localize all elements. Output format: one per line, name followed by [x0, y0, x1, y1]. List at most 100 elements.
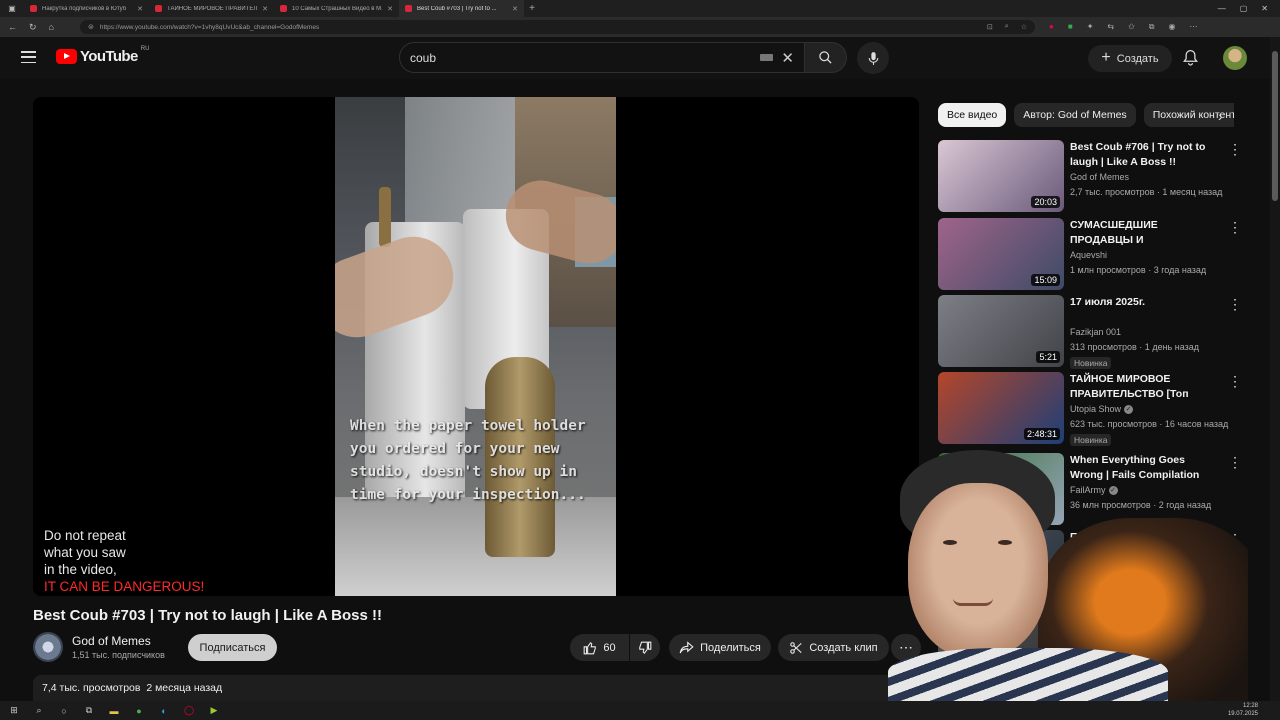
video-thumbnail[interactable]: 15:09	[938, 218, 1064, 290]
search-icon[interactable]: ⌕	[33, 705, 45, 717]
plus-icon: +	[1101, 48, 1111, 66]
opera-icon[interactable]: ◯	[183, 705, 195, 717]
recommendation-meta: 623 тыс. просмотров · 16 часов назад	[1070, 419, 1229, 429]
channel-name[interactable]: God of Memes	[72, 634, 151, 648]
install-icon[interactable]: ⊡	[987, 23, 993, 31]
duration-badge: 5:21	[1036, 351, 1060, 363]
youtube-favicon-icon	[280, 5, 287, 12]
tab-label: 10 Самых Страшных Видео в М...	[292, 5, 383, 12]
dislike-button[interactable]	[630, 634, 660, 661]
file-explorer-icon[interactable]: ▬	[108, 705, 120, 717]
thumbs-down-icon	[639, 641, 652, 654]
create-button[interactable]: + Создать	[1088, 45, 1172, 72]
menu-icon[interactable]	[21, 51, 36, 63]
browser-tab[interactable]: Best Coub #703 | Try not to ... ✕	[399, 0, 524, 17]
extension-icon[interactable]: ■	[1068, 22, 1073, 32]
edge-icon[interactable]: ◐	[158, 705, 170, 717]
browser-tab[interactable]: Накрутка подписчиков в Ютуб ✕	[24, 0, 149, 17]
voice-search-button[interactable]	[857, 42, 889, 74]
close-tab-icon[interactable]: ✕	[387, 5, 393, 13]
maximize-icon[interactable]: ▢	[1240, 4, 1248, 13]
channel-avatar[interactable]	[33, 632, 63, 662]
channel-name: God of Memes	[1070, 172, 1130, 182]
recommendation-item[interactable]: 5:21 17 июля 2025г. Fazikjan 001 313 просмо…	[938, 295, 1242, 369]
more-vertical-icon[interactable]: ⋮	[1228, 297, 1242, 311]
recommendation-title[interactable]: ТАЙНОЕ МИРОВОЕ ПРАВИТЕЛЬСТВО [Топ Сикрет…	[1070, 372, 1218, 402]
recommendation-channel[interactable]: Aquevshi	[1070, 250, 1107, 260]
close-tab-icon[interactable]: ✕	[512, 5, 518, 13]
video-caption: When the paper towel holder you ordered …	[350, 418, 586, 503]
like-button[interactable]: 60	[570, 634, 629, 661]
close-tab-icon[interactable]: ✕	[137, 5, 143, 13]
notifications-button[interactable]	[1183, 49, 1198, 71]
zoom-icon[interactable]: ⌕	[1005, 23, 1009, 31]
app-icon[interactable]: ▶	[208, 705, 220, 717]
reload-icon[interactable]: ↻	[29, 22, 37, 33]
filter-chip[interactable]: Автор: God of Memes	[1014, 103, 1136, 127]
duration-badge: 2:48:31	[1023, 428, 1060, 440]
recommendation-title[interactable]: 17 июля 2025г.	[1070, 295, 1218, 310]
chevron-right-icon[interactable]: ›	[1218, 108, 1223, 124]
favorites-icon[interactable]: ✩	[1128, 22, 1135, 32]
clock-time: 12:28	[1242, 703, 1258, 709]
url-field[interactable]: ⊜ https://www.youtube.com/watch?v=1vhy8q…	[80, 20, 1035, 34]
bookmark-star-icon[interactable]: ☆	[1021, 23, 1027, 31]
share-button[interactable]: Поделиться	[669, 634, 771, 661]
system-clock[interactable]: 12:28 19.07.2025	[1228, 702, 1258, 718]
subscriber-count: 1,51 тыс. подписчиков	[72, 650, 165, 660]
more-vertical-icon[interactable]: ⋮	[1228, 220, 1242, 234]
video-thumbnail[interactable]: 2:48:31	[938, 372, 1064, 444]
microphone-icon	[868, 51, 878, 65]
description-box[interactable]: 7,4 тыс. просмотров 2 месяца назад	[33, 675, 919, 701]
recommendation-item[interactable]: 2:48:31 ТАЙНОЕ МИРОВОЕ ПРАВИТЕЛЬСТВО [Топ…	[938, 372, 1242, 446]
search-input[interactable]: coub ✕	[399, 42, 805, 73]
scrollbar-thumb[interactable]	[1272, 51, 1278, 201]
chrome-icon[interactable]: ●	[133, 705, 145, 717]
new-tab-button[interactable]: +	[524, 3, 540, 14]
browser-tab[interactable]: 10 Самых Страшных Видео в М... ✕	[274, 0, 399, 17]
recommendation-title[interactable]: СУМАСШЕДШИЕ ПРОДАВЦЫ И ПОКУПАТЕЛИ ПОДБОР…	[1070, 218, 1218, 248]
recommendation-item[interactable]: 20:03 Best Coub #706 | Try not to laugh |…	[938, 140, 1242, 212]
extension-icon[interactable]: ●	[1049, 22, 1054, 32]
recommendation-title[interactable]: Best Coub #706 | Try not to laugh | Like…	[1070, 140, 1218, 170]
clear-search-icon[interactable]: ✕	[781, 49, 794, 67]
browser-menu-icon[interactable]: ⋯	[1190, 22, 1198, 32]
tab-actions-icon[interactable]: ▣	[0, 4, 24, 13]
cortana-icon[interactable]: ○	[58, 705, 70, 717]
youtube-logo[interactable]: YouTube RU	[56, 46, 149, 65]
search-button[interactable]	[804, 42, 847, 73]
warning-line: Do not repeat	[44, 528, 126, 543]
video-thumbnail[interactable]: 20:03	[938, 140, 1064, 212]
profile-icon[interactable]: ◉	[1169, 22, 1176, 32]
recommendation-meta: 2,7 тыс. просмотров · 1 месяц назад	[1070, 187, 1223, 197]
filter-chip[interactable]: Все видео	[938, 103, 1007, 127]
minimize-icon[interactable]: —	[1218, 4, 1226, 13]
create-clip-button[interactable]: Создать клип	[778, 634, 889, 661]
video-thumbnail[interactable]: 5:21	[938, 295, 1064, 367]
recommendation-channel[interactable]: Utopia Show ✓	[1070, 404, 1134, 415]
more-vertical-icon[interactable]: ⋮	[1228, 374, 1242, 388]
back-icon[interactable]: ←	[8, 22, 17, 33]
split-view-icon[interactable]: ⇆	[1107, 22, 1114, 32]
browser-tab[interactable]: ТАЙНОЕ МИРОВОЕ ПРАВИТЕЛЬ... ✕	[149, 0, 274, 17]
start-icon[interactable]: ⊞	[8, 705, 20, 717]
home-icon[interactable]: ⌂	[49, 22, 54, 33]
collections-icon[interactable]: ⧉	[1149, 22, 1155, 32]
task-view-icon[interactable]: ⧉	[83, 705, 95, 717]
verified-icon: ✓	[1124, 405, 1134, 415]
subscribe-button[interactable]: Подписаться	[188, 634, 277, 661]
more-vertical-icon[interactable]: ⋮	[1228, 142, 1242, 156]
page-scrollbar[interactable]	[1270, 37, 1280, 701]
close-tab-icon[interactable]: ✕	[262, 5, 268, 13]
close-window-icon[interactable]: ✕	[1261, 4, 1268, 13]
recommendation-channel[interactable]: Fazikjan 001	[1070, 327, 1121, 337]
extensions-puzzle-icon[interactable]: ✦	[1087, 22, 1094, 32]
keyboard-icon[interactable]	[760, 54, 774, 61]
recommendation-channel[interactable]: God of Memes	[1070, 172, 1129, 182]
site-info-icon[interactable]: ⊜	[88, 23, 94, 31]
account-avatar[interactable]	[1223, 46, 1247, 70]
recommendation-item[interactable]: 15:09 СУМАСШЕДШИЕ ПРОДАВЦЫ И ПОКУПАТЕЛИ П…	[938, 218, 1242, 290]
video-player[interactable]: When the paper towel holder you ordered …	[33, 97, 919, 596]
logo-text: YouTube	[80, 48, 138, 65]
video-title: Best Coub #703 | Try not to laugh | Like…	[33, 607, 382, 624]
